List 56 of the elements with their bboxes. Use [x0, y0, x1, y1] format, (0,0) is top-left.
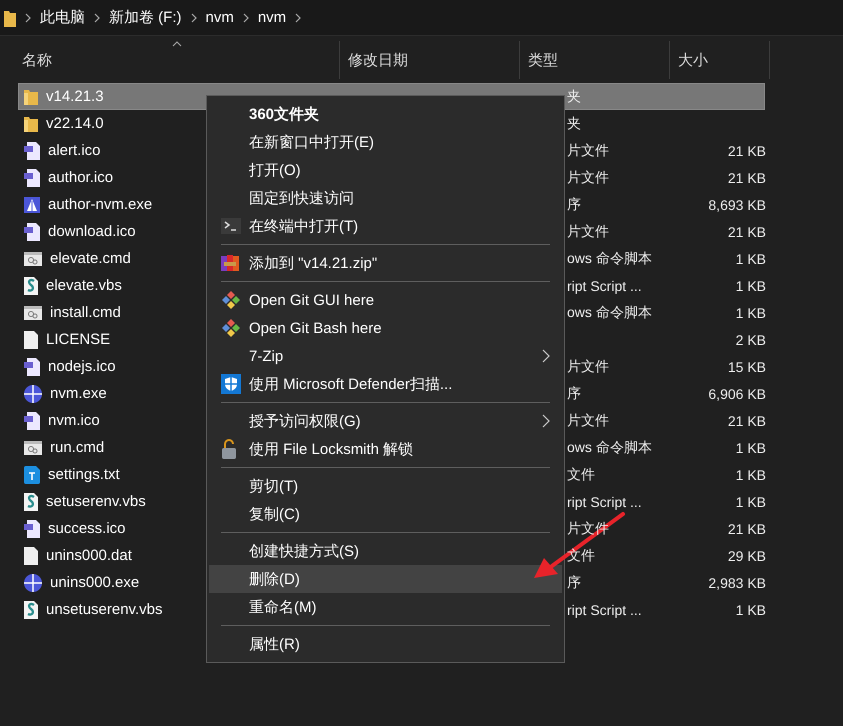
file-name: install.cmd	[50, 304, 121, 321]
file-size: 21 KB	[728, 142, 766, 158]
file-name: elevate.cmd	[50, 250, 131, 267]
file-size: 2,983 KB	[708, 574, 766, 590]
file-name: unins000.exe	[50, 574, 140, 591]
file-type: 片文件	[567, 222, 609, 238]
file-size: 1 KB	[736, 494, 766, 510]
file-type: 片文件	[567, 142, 609, 158]
file-name: download.ico	[48, 223, 136, 240]
file-name: settings.txt	[48, 466, 120, 483]
file-type: ript Script ...	[567, 278, 642, 294]
file-name: nvm.exe	[50, 385, 107, 402]
file-name: elevate.vbs	[46, 277, 122, 294]
file-type: 序	[567, 574, 581, 590]
file-name: unins000.dat	[46, 547, 132, 564]
file-type: 文件	[567, 466, 595, 482]
file-name: v22.14.0	[46, 115, 104, 132]
file-name: run.cmd	[50, 439, 104, 456]
file-size: 1 KB	[736, 278, 766, 294]
file-type: 夹	[567, 114, 581, 130]
file-name: author.ico	[48, 169, 114, 186]
file-name: LICENSE	[46, 331, 110, 348]
file-size: 1 KB	[736, 466, 766, 482]
file-type: 序	[567, 196, 581, 212]
file-size: 8,693 KB	[708, 196, 766, 212]
file-size: 1 KB	[736, 602, 766, 618]
file-type: ript Script ...	[567, 602, 642, 618]
file-type: 片文件	[567, 358, 609, 374]
file-size: 1 KB	[736, 440, 766, 456]
file-size: 15 KB	[728, 358, 766, 374]
file-name: author-nvm.exe	[48, 196, 152, 213]
file-size: 1 KB	[736, 250, 766, 266]
file-size: 21 KB	[728, 412, 766, 428]
file-name: setuserenv.vbs	[46, 493, 146, 510]
file-size: 2 KB	[736, 332, 766, 348]
file-name: alert.ico	[48, 142, 101, 159]
file-type: ript Script ...	[567, 494, 642, 510]
file-type: 片文件	[567, 412, 609, 428]
file-name: nodejs.ico	[48, 358, 116, 375]
file-size: 29 KB	[728, 548, 766, 564]
file-type: 片文件	[567, 168, 609, 184]
file-size: 21 KB	[728, 224, 766, 240]
file-size: 1 KB	[736, 304, 766, 320]
file-type: 夹	[567, 88, 581, 104]
file-name: success.ico	[48, 520, 126, 537]
file-name: nvm.ico	[48, 412, 100, 429]
file-name: unsetuserenv.vbs	[46, 601, 162, 618]
file-size: 21 KB	[728, 170, 766, 186]
file-type: 序	[567, 384, 581, 400]
file-type: 文件	[567, 546, 595, 562]
file-name: v14.21.3	[46, 88, 104, 105]
file-size: 6,906 KB	[708, 386, 766, 402]
file-type: ows 命令脚本	[567, 438, 652, 454]
file-type: ows 命令脚本	[567, 250, 652, 266]
file-type: ows 命令脚本	[567, 304, 652, 320]
file-size: 21 KB	[728, 520, 766, 536]
